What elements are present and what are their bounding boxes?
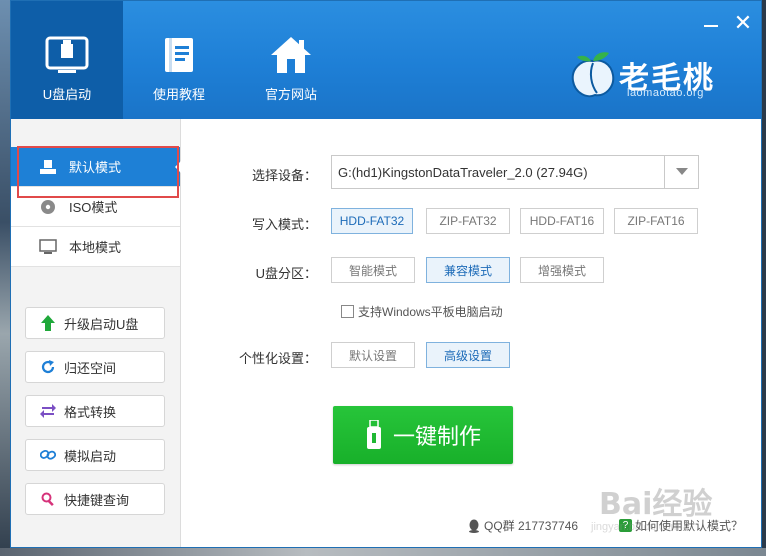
book-icon xyxy=(156,35,202,75)
write-mode-label: 写入模式： xyxy=(251,217,317,232)
app-window: ✕ U盘启动 使用教程 官方网站 老毛桃 laomaotao.org 默认模式 … xyxy=(10,0,762,548)
home-icon xyxy=(268,35,314,75)
tab-label: 官方网站 xyxy=(264,87,317,102)
tool-label: 升级启动U盘 xyxy=(64,316,139,332)
arrow-up-icon xyxy=(40,315,56,331)
mode-label: 默认模式 xyxy=(69,160,122,175)
header-bar: ✕ U盘启动 使用教程 官方网站 老毛桃 laomaotao.org xyxy=(11,1,761,119)
brand-logo: 老毛桃 laomaotao.org xyxy=(569,39,749,105)
partition-compatible[interactable]: 兼容模式 xyxy=(426,257,510,283)
partition-enhanced[interactable]: 增强模式 xyxy=(520,257,604,283)
personalize-advanced[interactable]: 高级设置 xyxy=(426,342,510,368)
usb-stick-icon xyxy=(365,419,383,450)
desktop-background xyxy=(0,0,10,556)
desktop-background-bottom xyxy=(0,548,766,556)
tab-label: U盘启动 xyxy=(42,87,92,102)
refresh-icon xyxy=(40,359,56,375)
write-mode-hdd-fat32[interactable]: HDD-FAT32 xyxy=(331,208,413,234)
monitor-icon xyxy=(39,238,57,255)
tab-usb-boot[interactable]: U盘启动 xyxy=(11,1,123,119)
partition-label: U盘分区： xyxy=(255,266,317,281)
write-mode-zip-fat32[interactable]: ZIP-FAT32 xyxy=(426,208,510,234)
device-label: 选择设备： xyxy=(251,168,317,183)
logo-url: laomaotao.org xyxy=(627,87,704,99)
main-panel: 选择设备： G:(hd1)KingstonDataTraveler_2.0 (2… xyxy=(181,119,761,547)
personalize-default[interactable]: 默认设置 xyxy=(331,342,415,368)
tool-label: 格式转换 xyxy=(64,404,117,420)
device-select[interactable]: G:(hd1)KingstonDataTraveler_2.0 (27.94G) xyxy=(331,155,699,189)
simulate-boot-button[interactable]: 模拟启动 xyxy=(25,439,165,471)
format-convert-button[interactable]: 格式转换 xyxy=(25,395,165,427)
mode-label: 本地模式 xyxy=(69,240,122,255)
close-button[interactable]: ✕ xyxy=(731,11,755,35)
qq-group-info: QQ群 217737746 xyxy=(467,517,578,534)
swap-icon xyxy=(40,403,56,419)
usb-monitor-icon xyxy=(39,159,57,175)
qq-group-text: QQ群 217737746 xyxy=(484,519,579,533)
usb-drive-icon xyxy=(44,35,90,75)
sidebar: 默认模式 ISO模式 本地模式 升级启动U盘 归还空间 格式转换 模拟启动 快捷… xyxy=(11,119,181,547)
one-click-make-button[interactable]: 一键制作 xyxy=(333,406,513,464)
device-value: G:(hd1)KingstonDataTraveler_2.0 (27.94G) xyxy=(338,164,588,180)
chevron-down-icon[interactable] xyxy=(664,156,698,188)
tab-tutorial[interactable]: 使用教程 xyxy=(123,1,235,119)
mode-label: ISO模式 xyxy=(69,200,118,215)
write-mode-hdd-fat16[interactable]: HDD-FAT16 xyxy=(520,208,604,234)
restore-space-button[interactable]: 归还空间 xyxy=(25,351,165,383)
windows-tablet-checkbox-row[interactable]: 支持Windows平板电脑启动 xyxy=(341,303,503,320)
tool-label: 归还空间 xyxy=(64,360,117,376)
personalize-label: 个性化设置： xyxy=(238,351,317,366)
windows-tablet-checkbox[interactable] xyxy=(341,305,354,318)
minimize-button[interactable] xyxy=(699,11,723,35)
tool-label: 快捷键查询 xyxy=(64,492,130,508)
peach-logo-icon xyxy=(569,49,617,99)
tool-label: 模拟启动 xyxy=(64,448,117,464)
mode-item-default[interactable]: 默认模式 xyxy=(11,147,181,187)
search-icon xyxy=(40,491,56,507)
disc-icon xyxy=(39,199,57,215)
partition-smart[interactable]: 智能模式 xyxy=(331,257,415,283)
hotkey-lookup-button[interactable]: 快捷键查询 xyxy=(25,483,165,515)
mode-item-iso[interactable]: ISO模式 xyxy=(11,187,180,227)
mode-list: 默认模式 ISO模式 本地模式 xyxy=(11,147,181,267)
tab-official-site[interactable]: 官方网站 xyxy=(235,1,347,119)
upgrade-usb-button[interactable]: 升级启动U盘 xyxy=(25,307,165,339)
make-button-label: 一键制作 xyxy=(392,424,481,449)
tab-label: 使用教程 xyxy=(152,87,205,102)
checkbox-label: 支持Windows平板电脑启动 xyxy=(358,305,503,319)
link-icon xyxy=(40,447,56,463)
mode-item-local[interactable]: 本地模式 xyxy=(11,227,180,267)
watermark-url: jingyan.baidu.com xyxy=(591,521,680,533)
write-mode-zip-fat16[interactable]: ZIP-FAT16 xyxy=(614,208,698,234)
qq-icon xyxy=(467,519,481,533)
